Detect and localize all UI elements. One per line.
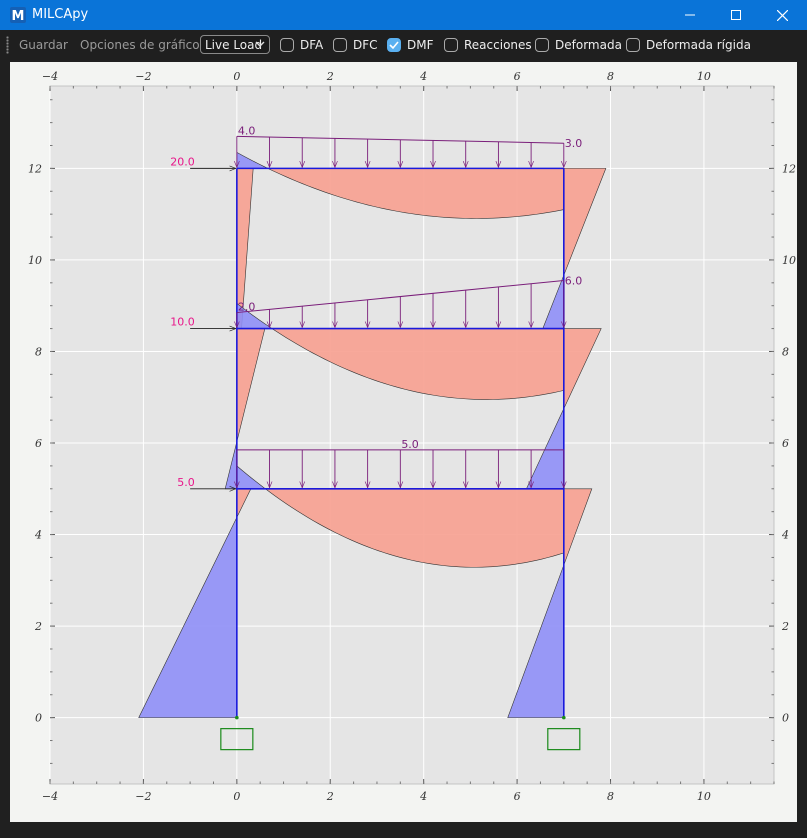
load-case-select[interactable]: Live Load (200, 35, 270, 54)
checkbox-box[interactable] (333, 38, 347, 52)
frame-analysis-plot[interactable]: −4 −4 −2 −2 0 0 2 2 4 4 6 6 8 8 10 10 0 0 2 2 4 4 6 6 8 8 10 10 12 12… (10, 62, 797, 822)
load-label-right: 6.0 (565, 275, 583, 288)
load-label-right: 3.0 (565, 137, 583, 150)
x-tick-label: 10 (697, 790, 711, 803)
app-window: M MILCApy Guardar Opciones de gráfico Li… (0, 0, 807, 838)
y-tick-label: 2 (34, 620, 42, 633)
load-label-left: 4.0 (238, 124, 256, 137)
y-tick-label-right: 4 (781, 529, 789, 542)
checkbox-box-checked[interactable] (387, 38, 401, 52)
y-tick-label: 10 (28, 254, 42, 267)
checkbox-label: Deformada rígida (646, 38, 751, 52)
y-tick-label: 6 (35, 437, 42, 450)
x-tick-label-top: 10 (697, 70, 711, 83)
checkbox-box[interactable] (280, 38, 294, 52)
close-icon (776, 9, 788, 21)
save-button[interactable]: Guardar (19, 38, 68, 52)
y-tick-label-right: 0 (782, 712, 789, 725)
maximize-icon (731, 10, 741, 20)
checkbox-deformada-rigida[interactable]: Deformada rígida (626, 36, 751, 54)
minimize-button[interactable] (667, 0, 713, 30)
x-tick-label: 2 (326, 790, 334, 803)
checkbox-label: DMF (407, 38, 434, 52)
checkbox-dfc[interactable]: DFC (333, 36, 378, 54)
x-tick-label: −2 (135, 790, 151, 803)
checkbox-label: DFC (353, 38, 378, 52)
checkbox-label: DFA (300, 38, 324, 52)
y-tick-label-right: 10 (782, 254, 796, 267)
y-tick-label: 4 (34, 529, 42, 542)
y-tick-label-right: 8 (782, 345, 789, 358)
support-node (235, 715, 239, 720)
toolbar: Guardar Opciones de gráfico Live Load DF… (0, 30, 807, 60)
y-tick-label-right: 12 (782, 162, 796, 175)
checkbox-deformada[interactable]: Deformada (535, 36, 622, 54)
lateral-load-label: 5.0 (177, 476, 195, 489)
svg-text:M: M (12, 9, 25, 23)
y-tick-label-right: 6 (782, 437, 789, 450)
x-tick-label: 0 (233, 790, 240, 803)
y-tick-label: 12 (28, 162, 42, 175)
x-tick-label: −4 (42, 790, 58, 803)
checkbox-reacciones[interactable]: Reacciones (444, 36, 532, 54)
y-tick-label-right: 2 (781, 620, 789, 633)
x-tick-label-top: 8 (607, 70, 614, 83)
lateral-load-label: 20.0 (170, 155, 195, 168)
y-tick-label: 0 (35, 712, 42, 725)
lateral-load-label: 10.0 (170, 316, 195, 329)
checkbox-box[interactable] (535, 38, 549, 52)
chevron-down-icon (255, 41, 265, 47)
y-tick-label: 8 (35, 345, 42, 358)
checkbox-dfa[interactable]: DFA (280, 36, 323, 54)
checkmark-icon (389, 41, 399, 50)
x-tick-label: 8 (607, 790, 614, 803)
close-button[interactable] (759, 0, 805, 30)
window-title: MILCApy (32, 7, 89, 22)
x-tick-label-top: −4 (42, 70, 58, 83)
x-tick-label: 6 (514, 790, 521, 803)
toolbar-grip-icon[interactable] (6, 36, 9, 54)
x-tick-label: 4 (419, 790, 427, 803)
x-tick-label-top: 0 (233, 70, 240, 83)
load-label-center: 5.0 (401, 438, 419, 451)
checkbox-dmf[interactable]: DMF (387, 36, 434, 54)
plot-canvas[interactable]: −4 −4 −2 −2 0 0 2 2 4 4 6 6 8 8 10 10 0 0 2 2 4 4 6 6 8 8 10 10 12 12… (10, 62, 797, 822)
x-tick-label-top: 4 (419, 70, 427, 83)
chart-options-button[interactable]: Opciones de gráfico (80, 38, 200, 52)
checkbox-box[interactable] (444, 38, 458, 52)
load-label-left: 2.0 (238, 301, 256, 314)
title-bar: M MILCApy (0, 0, 807, 30)
x-tick-label-top: 2 (326, 70, 334, 83)
support-node (562, 715, 566, 720)
checkbox-label: Deformada (555, 38, 622, 52)
minimize-icon (685, 14, 695, 16)
x-tick-label-top: −2 (135, 70, 151, 83)
load-case-value: Live Load (205, 38, 263, 52)
app-logo-icon: M (10, 7, 26, 23)
maximize-button[interactable] (713, 0, 759, 30)
x-tick-label-top: 6 (514, 70, 521, 83)
checkbox-label: Reacciones (464, 38, 532, 52)
checkbox-box[interactable] (626, 38, 640, 52)
